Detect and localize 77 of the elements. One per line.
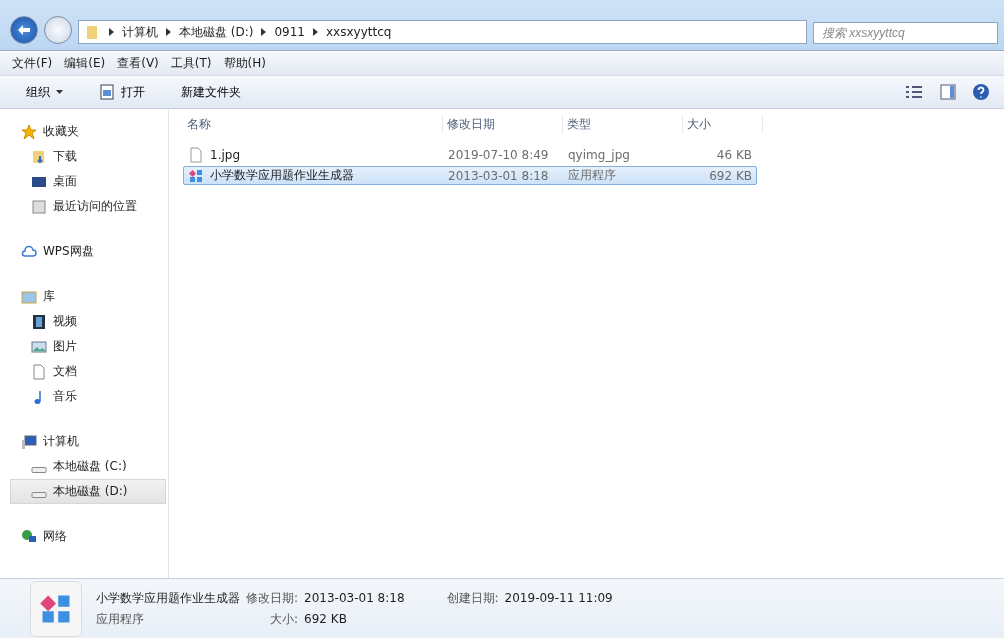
menu-item[interactable]: 编辑(E): [64, 54, 106, 72]
chevron-icon: [313, 28, 318, 36]
detail-value: 2019-09-11 11:09: [504, 591, 613, 605]
toolbar-button[interactable]: 新建文件夹: [177, 81, 245, 103]
sidebar-item[interactable]: 视频: [10, 309, 166, 334]
sidebar-item[interactable]: 下载: [10, 144, 166, 169]
sidebar-item[interactable]: WPS网盘: [0, 239, 166, 264]
breadcrumb[interactable]: 计算机: [122, 23, 158, 41]
detail-label: 大小:: [269, 610, 299, 628]
toolbar-button[interactable]: 组织: [22, 81, 67, 103]
file-name: 小学数学应用题作业生成器: [210, 167, 354, 184]
help-icon[interactable]: [972, 83, 990, 101]
date-cell-text: 2019-07-10 8:49: [447, 147, 550, 162]
detail-label: 创建日期:: [446, 589, 499, 607]
sidebar-item[interactable]: 图片: [10, 334, 166, 359]
recent-places-icon: [31, 198, 47, 215]
sidebar-item[interactable]: 库: [0, 284, 166, 309]
caret-icon: [56, 90, 63, 94]
preview-pane-icon[interactable]: [940, 84, 956, 100]
sidebar-item[interactable]: 网络: [0, 524, 166, 549]
back-button[interactable]: [10, 16, 38, 44]
detail-value: 692 KB: [304, 612, 348, 626]
type-cell-text: 应用程序: [567, 167, 617, 184]
drive-icon: [31, 491, 47, 498]
chevron-icon: [109, 28, 114, 36]
drive-icon: [31, 466, 47, 473]
sidebar-item[interactable]: 音乐: [10, 384, 166, 409]
computer-icon: [21, 433, 37, 450]
size-cell-text: 692 KB: [708, 168, 753, 183]
sidebar-item[interactable]: 文档: [10, 359, 166, 384]
column-header[interactable]: 大小: [683, 115, 763, 133]
type-cell-text: qyimg_jpg: [567, 147, 631, 162]
breadcrumb[interactable]: xxsxyyttcq: [326, 25, 392, 39]
back-arrow-icon: [18, 25, 30, 35]
app-thumbnail: [30, 580, 82, 637]
breadcrumb[interactable]: 本地磁盘 (D:): [179, 23, 254, 41]
sidebar-item[interactable]: 计算机: [0, 429, 166, 454]
file-name: 1.jpg: [210, 147, 241, 162]
sidebar-item[interactable]: 本地磁盘 (D:): [10, 479, 166, 504]
sidebar-item[interactable]: 收藏夹: [0, 119, 166, 144]
detail-label: 修改日期:: [246, 589, 299, 607]
menu-item[interactable]: 帮助(H): [223, 54, 266, 72]
star-icon: [21, 123, 37, 140]
library-folder-icon: [21, 288, 37, 305]
network-icon: [21, 528, 37, 545]
document-icon: [31, 363, 47, 380]
file-icon: [188, 146, 204, 163]
view-list-icon[interactable]: [906, 86, 922, 98]
menu-item[interactable]: 文件(F): [12, 54, 53, 72]
column-header[interactable]: 名称: [183, 115, 443, 133]
date-cell-text: 2013-03-01 8:18: [447, 168, 550, 183]
folder-icon: [31, 148, 47, 165]
size-cell-text: 46 KB: [715, 147, 753, 162]
detail-value: 2013-03-01 8:18: [304, 591, 405, 605]
breadcrumb[interactable]: 0911: [274, 25, 305, 39]
search-field[interactable]: 搜索 xxsxyyttcq: [813, 22, 998, 44]
chevron-icon: [166, 28, 171, 36]
file-row[interactable]: 小学数学应用题作业生成器 2013-03-01 8:18 应用程序 692 KB: [183, 166, 757, 185]
address-bar[interactable]: 计算机 本地磁盘 (D:) 0911 xxsxyyttcq: [78, 20, 807, 44]
forward-button[interactable]: [44, 16, 72, 44]
window-icon: [99, 84, 115, 100]
cloud-icon: [21, 243, 37, 260]
sidebar-item[interactable]: 最近访问的位置: [10, 194, 166, 219]
film-icon: [31, 313, 47, 330]
column-header[interactable]: 修改日期: [443, 115, 563, 133]
file-type: 应用程序: [96, 610, 145, 628]
file-name: 小学数学应用题作业生成器: [96, 589, 240, 607]
menu-item[interactable]: 工具(T): [170, 54, 212, 72]
menu-item[interactable]: 查看(V): [117, 54, 159, 72]
app-icon: [188, 167, 204, 184]
sidebar-item[interactable]: 桌面: [10, 169, 166, 194]
toolbar-button[interactable]: 打开: [95, 81, 149, 103]
sidebar-item[interactable]: 本地磁盘 (C:): [10, 454, 166, 479]
chevron-icon: [261, 28, 267, 36]
column-header[interactable]: 类型: [563, 115, 683, 133]
file-row[interactable]: 1.jpg 2019-07-10 8:49 qyimg_jpg 46 KB: [183, 145, 757, 164]
picture-icon: [31, 338, 47, 355]
